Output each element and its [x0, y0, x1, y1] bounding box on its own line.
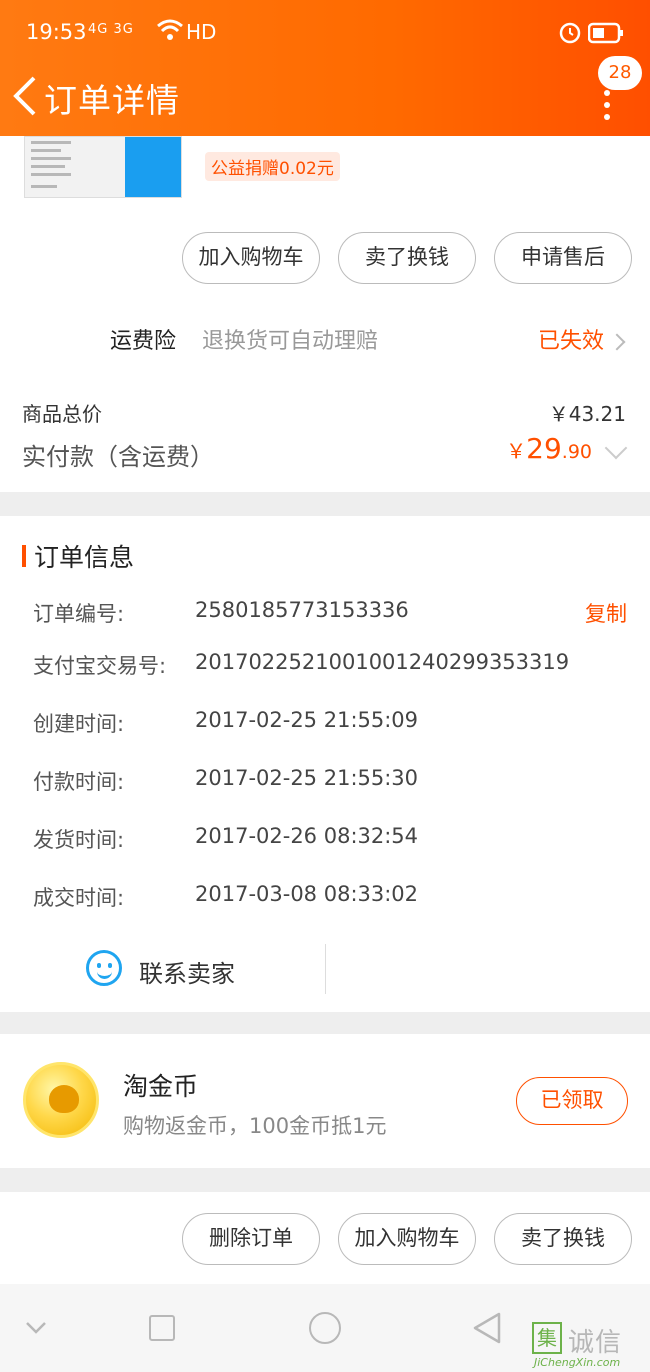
coins-title: 淘金币 [123, 1072, 199, 1101]
gold-coin-icon [23, 1062, 99, 1138]
divider [325, 944, 326, 994]
section-accent-bar [22, 545, 26, 567]
page-title: 订单详情 [44, 81, 180, 120]
battery-icon [587, 22, 624, 49]
wifi-icon [156, 18, 184, 47]
status-bar: 19:53 4G 3G HD [0, 0, 650, 64]
coins-desc: 购物返金币，100金币抵1元 [123, 1114, 387, 1138]
watermark-en: JiChengXin.com [534, 1356, 621, 1369]
insurance-desc: 退换货可自动理赔 [202, 329, 379, 354]
after-sales-button[interactable]: 申请售后 [494, 232, 632, 284]
paid-integer: 29 [526, 432, 562, 465]
paid-time-value: 2017-02-25 21:55:30 [195, 766, 419, 790]
order-number-label: 订单编号: [33, 602, 125, 626]
insurance-label: 运费险 [110, 329, 177, 354]
order-number-value: 2580185773153336 [195, 598, 409, 622]
order-info-title: 订单信息 [34, 543, 135, 572]
goods-total-label: 商品总价 [22, 402, 102, 426]
alarm-icon [558, 20, 582, 49]
watermark: 集 诚信 JiChengXin.com [532, 1322, 650, 1372]
network-label: HD [186, 20, 217, 44]
paid-value: ￥29.90 [506, 432, 592, 465]
goods-total-value: ￥43.21 [548, 402, 626, 426]
message-count-badge[interactable]: 28 [598, 56, 642, 90]
back-arrow-icon[interactable] [8, 74, 48, 118]
insurance-status[interactable]: 已失效 [538, 323, 626, 355]
contact-seller-button[interactable]: 联系卖家 [139, 954, 235, 989]
charity-tag: 公益捐赠0.02元 [205, 152, 340, 181]
deal-time-label: 成交时间: [33, 886, 125, 910]
more-icon[interactable] [600, 90, 614, 120]
delete-order-button[interactable]: 删除订单 [182, 1213, 320, 1265]
created-time-label: 创建时间: [33, 712, 125, 736]
paid-decimal: .90 [561, 441, 592, 463]
nav-back-icon[interactable] [472, 1312, 502, 1348]
resell-button[interactable]: 卖了换钱 [338, 232, 476, 284]
shipped-time-label: 发货时间: [33, 828, 125, 852]
alipay-trade-label: 支付宝交易号: [33, 654, 167, 678]
product-image[interactable] [24, 136, 182, 198]
alipay-trade-value: 2017022521001001240299353319 [195, 650, 570, 674]
created-time-value: 2017-02-25 21:55:09 [195, 708, 419, 732]
watermark-logo: 集 [532, 1322, 562, 1354]
status-time: 19:53 [26, 20, 87, 44]
resell-bottom-button[interactable]: 卖了换钱 [494, 1213, 632, 1265]
watermark-cn: 诚信 [568, 1328, 623, 1358]
paid-time-label: 付款时间: [33, 770, 125, 794]
home-icon[interactable] [309, 1312, 341, 1344]
chevron-right-icon [608, 333, 626, 351]
recent-apps-icon[interactable] [149, 1315, 175, 1341]
insurance-status-text: 已失效 [538, 329, 605, 354]
claimed-button[interactable]: 已领取 [516, 1077, 628, 1125]
add-to-cart-button[interactable]: 加入购物车 [182, 232, 320, 284]
deal-time-value: 2017-03-08 08:33:02 [195, 882, 419, 906]
paid-label: 实付款（含运费） [22, 443, 214, 471]
order-info-section [0, 516, 650, 1012]
hide-nav-icon[interactable] [24, 1318, 48, 1342]
title-bar: 订单详情 [0, 64, 650, 136]
add-to-cart-bottom-button[interactable]: 加入购物车 [338, 1213, 476, 1265]
shipped-time-value: 2017-02-26 08:32:54 [195, 824, 419, 848]
signal-icon: 4G 3G [88, 22, 134, 37]
copy-button[interactable]: 复制 [585, 598, 627, 628]
paid-currency: ￥ [506, 439, 527, 463]
chat-face-icon[interactable] [86, 950, 122, 986]
